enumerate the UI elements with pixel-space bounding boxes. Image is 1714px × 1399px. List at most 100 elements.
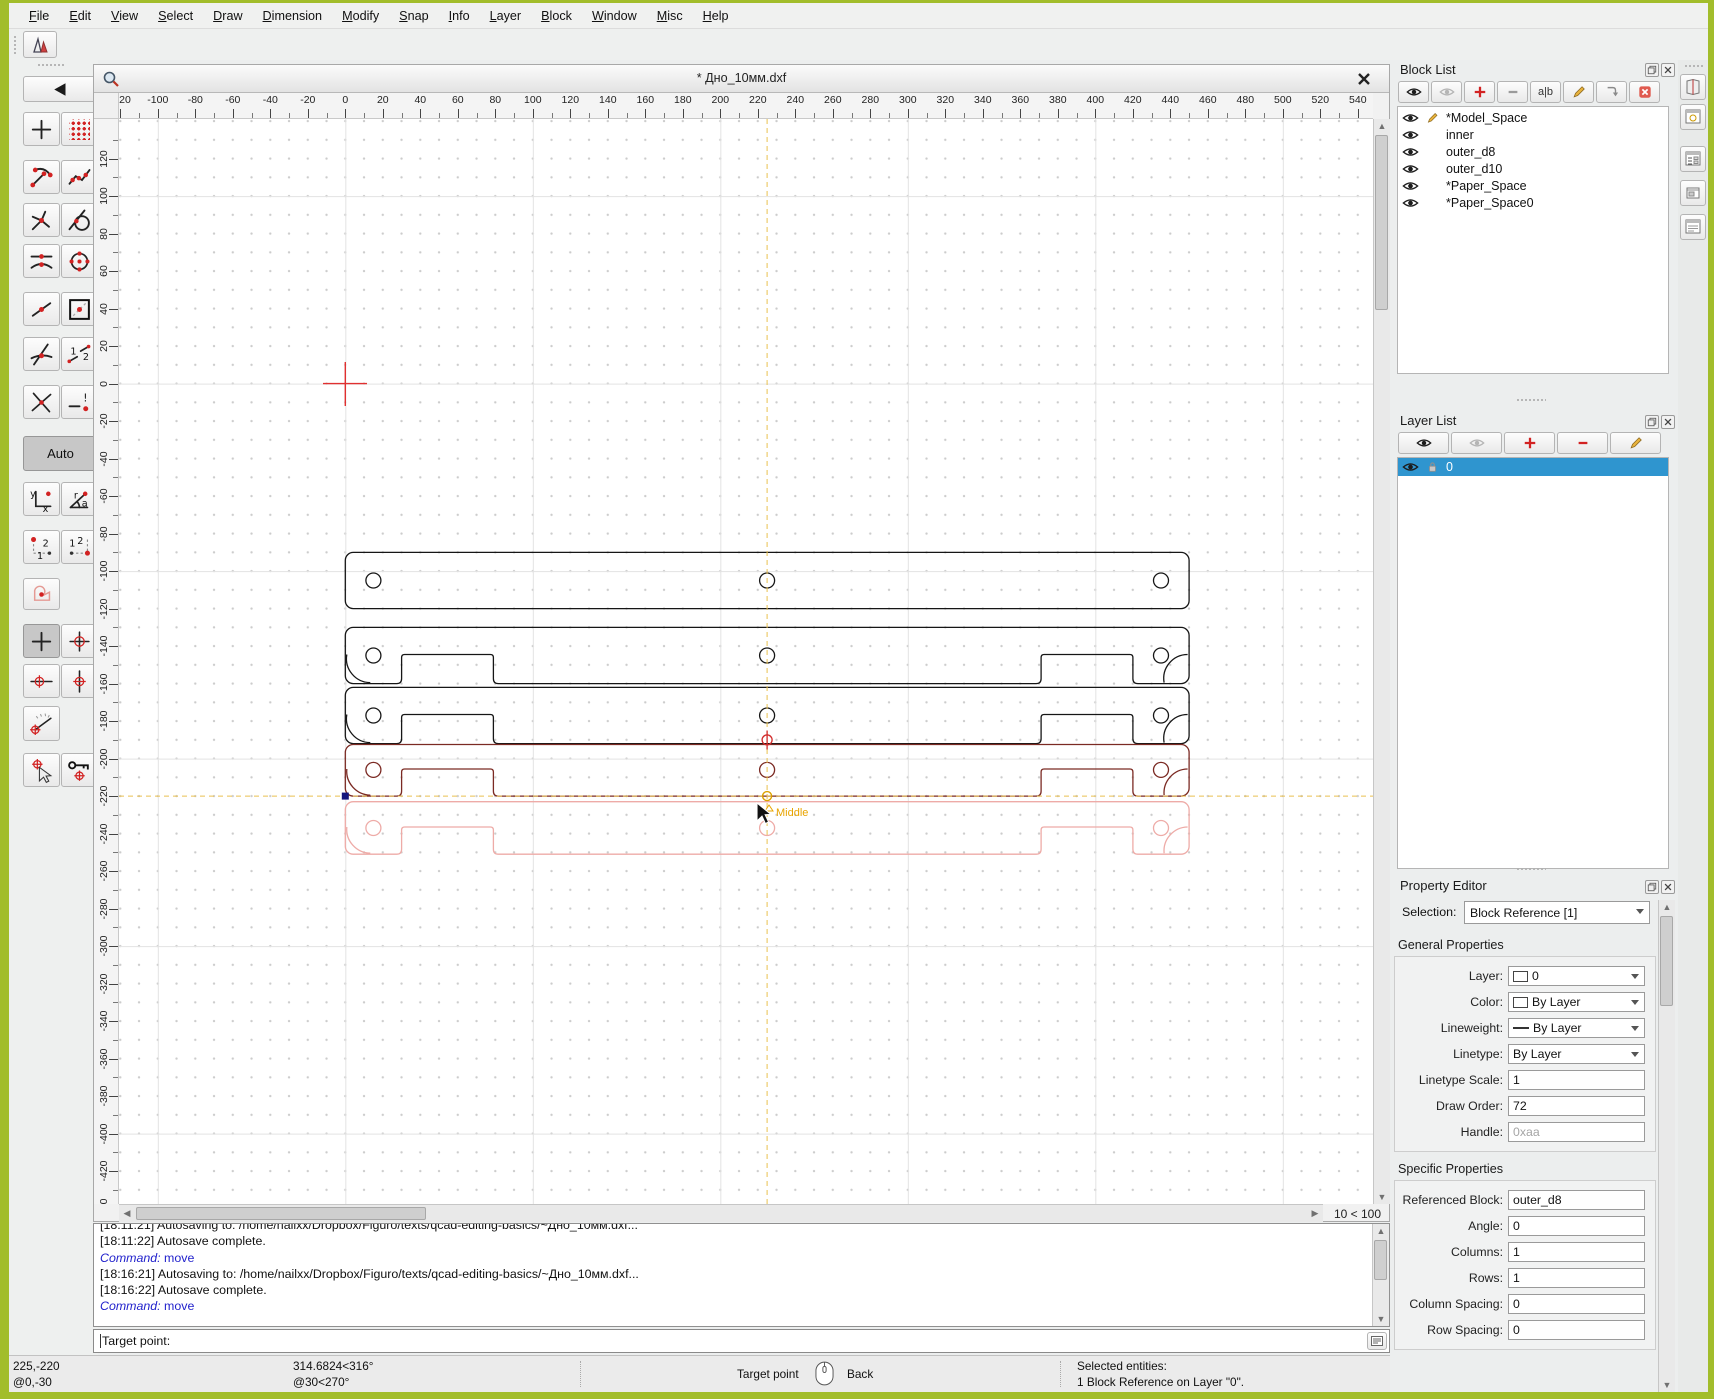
hide-all-layers-button[interactable] [1451,432,1502,454]
property-field[interactable]: 1 [1508,1242,1645,1262]
property-field[interactable]: 0 [1508,1294,1645,1314]
scroll-left-button[interactable]: ◀ [119,1206,135,1220]
part-hole[interactable] [1154,762,1169,777]
menu-help[interactable]: Help [693,6,739,26]
lock-icon[interactable] [1424,461,1441,473]
menu-block[interactable]: Block [531,6,582,26]
snap-intersection-button[interactable] [23,337,60,371]
drawing-window-icon-button[interactable] [23,31,57,58]
block-list-item[interactable]: outer_d8 [1398,143,1668,160]
block-list-item[interactable]: *Paper_Space [1398,177,1668,194]
property-editor-dock-button[interactable] [1680,146,1706,172]
property-field[interactable]: 0 [1508,966,1645,986]
part-hole[interactable] [1154,573,1169,588]
menu-dimension[interactable]: Dimension [253,6,333,26]
float-panel-button[interactable] [1645,63,1659,77]
panel-splitter[interactable] [1516,867,1546,872]
command-line-input[interactable]: Target point: [93,1329,1390,1353]
toolbar-grip[interactable] [13,35,18,55]
property-scroll-up-button[interactable]: ▲ [1659,900,1675,914]
property-scrollbar[interactable]: ▲ ▼ [1658,900,1675,1392]
insert-block-button[interactable] [1596,81,1627,103]
history-scrollbar[interactable]: ▲ ▼ [1372,1224,1389,1326]
visibility-eye-icon[interactable] [1402,180,1419,192]
close-icon[interactable] [1357,72,1371,86]
part-hole[interactable] [366,573,381,588]
drawing-window-titlebar[interactable]: * Дно_10мм.dxf [94,65,1389,93]
horizontal-scroll-handle[interactable] [136,1207,426,1220]
edit-layer-button[interactable] [1610,432,1661,454]
snap-coordinate-button[interactable] [23,385,60,419]
block-list-item[interactable]: outer_d10 [1398,160,1668,177]
part-hole[interactable] [1154,648,1169,663]
menu-misc[interactable]: Misc [647,6,693,26]
command-line-dock-button[interactable] [1680,180,1706,206]
menu-select[interactable]: Select [148,6,203,26]
selection-filter-dock-button[interactable] [1680,104,1706,130]
vertical-scroll-handle[interactable] [1375,135,1388,310]
remove-layer-button[interactable] [1557,432,1608,454]
menu-window[interactable]: Window [582,6,647,26]
scroll-down-button[interactable]: ▼ [1374,1190,1390,1204]
scroll-right-button[interactable]: ▶ [1307,1206,1323,1220]
restrict-none-button[interactable] [23,624,60,658]
property-field[interactable]: 0 [1508,1320,1645,1340]
part-hole[interactable] [1154,708,1169,723]
strip-grip[interactable] [1684,64,1704,69]
property-field[interactable]: 0 [1508,1216,1645,1236]
close-panel-button[interactable] [1661,415,1675,429]
restrict-to-shape-button[interactable] [23,578,60,610]
close-panel-button[interactable] [1661,63,1675,77]
snap-middle-button[interactable] [23,244,60,278]
block-list-item[interactable]: inner [1398,126,1668,143]
menu-view[interactable]: View [101,6,148,26]
property-field[interactable]: 0xaa [1508,1122,1645,1142]
block-list-item[interactable]: *Model_Space [1398,109,1668,126]
menu-modify[interactable]: Modify [332,6,389,26]
block-list-item[interactable]: *Paper_Space0 [1398,194,1668,211]
visibility-eye-icon[interactable] [1402,112,1419,124]
part-hole[interactable] [366,648,381,663]
coordinate-cartesian-button[interactable]: yx [23,482,60,516]
menu-snap[interactable]: Snap [389,6,438,26]
property-field[interactable]: By Layer [1508,1018,1645,1038]
property-field[interactable]: 1 [1508,1268,1645,1288]
part-hole[interactable] [366,708,381,723]
add-layer-button[interactable] [1504,432,1555,454]
menu-file[interactable]: File [19,6,59,26]
show-all-layers-button[interactable] [1398,432,1449,454]
property-field[interactable]: 1 [1508,1070,1645,1090]
history-scroll-handle[interactable] [1374,1240,1387,1280]
part-hole[interactable] [366,762,381,777]
edit-block-button[interactable] [1563,81,1594,103]
show-all-blocks-button[interactable] [1398,81,1429,103]
drawing-canvas[interactable]: Middle [119,119,1373,1204]
vertical-scrollbar[interactable]: ▲ ▼ [1373,119,1390,1204]
menu-draw[interactable]: Draw [203,6,252,26]
property-field[interactable]: outer_d8 [1508,1190,1645,1210]
visibility-eye-icon[interactable] [1402,461,1419,473]
visibility-eye-icon[interactable] [1402,163,1419,175]
library-browser-dock-button[interactable] [1680,74,1706,100]
rename-block-button[interactable]: a|b [1530,81,1561,103]
part-outline[interactable] [345,802,1189,855]
float-panel-button[interactable] [1645,880,1659,894]
snap-free-positioning-button[interactable] [23,112,60,146]
coordinate-relative-button[interactable]: 12 [23,530,60,564]
restrict-angle-button[interactable] [23,706,60,741]
history-scroll-up-button[interactable]: ▲ [1373,1224,1389,1238]
property-scroll-handle[interactable] [1660,916,1673,1006]
part-hole[interactable] [366,821,381,836]
property-field[interactable]: By Layer [1508,992,1645,1012]
back-button[interactable] [23,76,98,102]
panel-grip[interactable] [37,63,65,68]
script-shell-dock-button[interactable] [1680,214,1706,240]
visibility-eye-icon[interactable] [1402,129,1419,141]
visibility-eye-icon[interactable] [1402,197,1419,209]
snap-distance-button[interactable] [23,292,60,326]
visibility-eye-icon[interactable] [1402,146,1419,158]
snap-perpendicular-button[interactable] [23,203,60,237]
close-panel-button[interactable] [1661,880,1675,894]
hide-all-blocks-button[interactable] [1431,81,1462,103]
edit-reference-point-button[interactable] [23,753,60,787]
